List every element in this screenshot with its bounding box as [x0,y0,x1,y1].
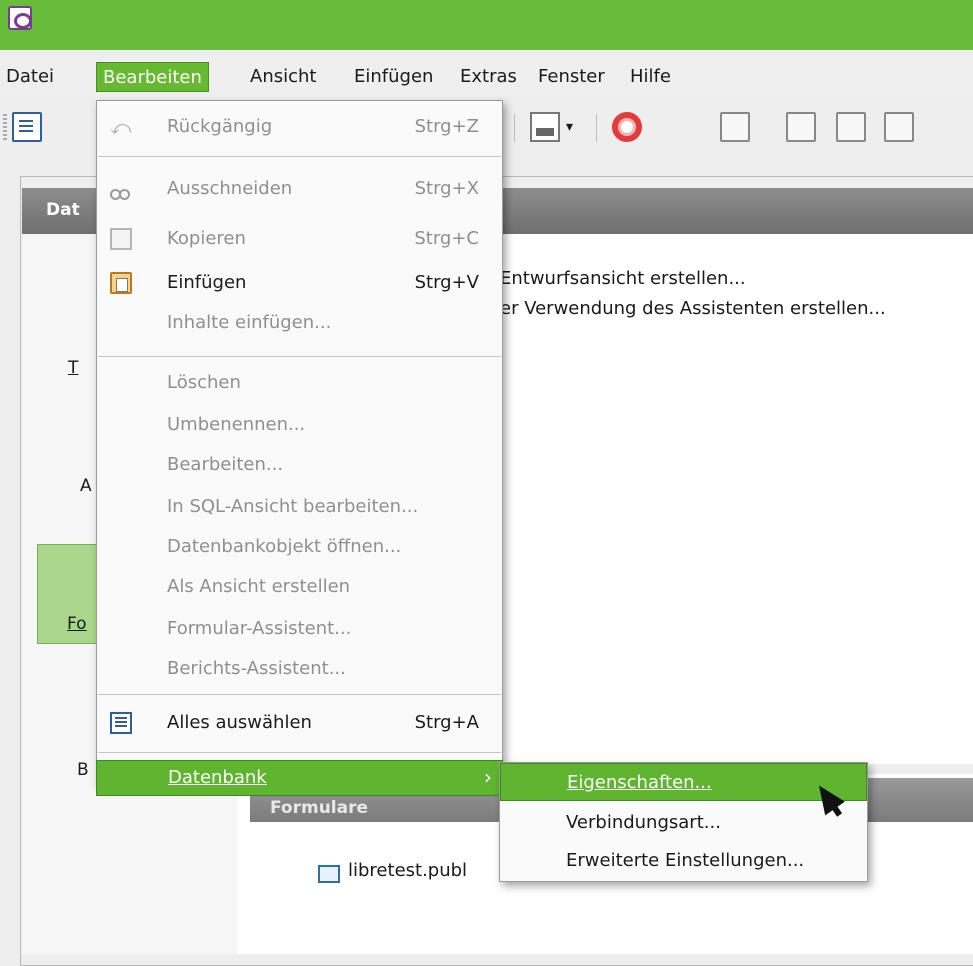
menu-item-shortcut: Strg+C [414,228,479,249]
menu-separator [98,694,501,695]
menu-item-shortcut: Strg+A [414,712,479,733]
form-document-icon [318,865,340,883]
libreoffice-base-icon [8,6,32,30]
clipboard-icon [110,272,132,294]
menu-item-cut: Ausschneiden Strg+X [96,172,503,208]
menu-item-label: Inhalte einfügen... [167,312,332,333]
open-form-icon[interactable] [720,112,750,142]
menu-item-shortcut: Strg+V [414,272,479,293]
menu-item-undo: ⤺ Rückgängig Strg+Z [96,110,503,146]
submenu-item-advanced-settings[interactable]: Erweiterte Einstellungen... [500,842,867,880]
menu-item-label: Kopieren [167,228,246,249]
menu-item-shortcut: Strg+X [414,178,479,199]
menu-item-form-wizard: Formular-Assistent... [96,612,503,648]
menu-item-paste[interactable]: Einfügen Strg+V [96,266,503,302]
select-all-icon [110,712,132,734]
menu-item-label: Alles auswählen [167,712,312,733]
sidebar-item-queries[interactable]: A [80,476,92,496]
menu-item-shortcut: Strg+Z [414,116,479,137]
sidebar-item-tables[interactable]: T [68,358,78,378]
menu-item-label: Einfügen [167,272,247,293]
database-panel-title: Dat [46,200,80,220]
menu-item-label: Berichts-Assistent... [167,658,346,679]
menu-item-label: Ausschneiden [167,178,293,199]
menu-item-select-all[interactable]: Alles auswählen Strg+A [96,706,503,742]
submenu-item-connection-type[interactable]: Verbindungsart... [500,804,867,842]
forms-section-title: Formulare [270,798,369,818]
menu-item-paste-special: Inhalte einfügen... [96,306,503,342]
menu-item-delete: Löschen [96,366,503,402]
sidebar-item-reports[interactable]: B [77,760,89,780]
toolbar-separator [514,114,515,142]
new-document-icon[interactable] [12,112,42,142]
help-lifebuoy-icon[interactable] [612,112,642,142]
menu-extras[interactable]: Extras [454,62,523,92]
toolbar-grip[interactable] [3,114,7,142]
menu-item-label: In SQL-Ansicht bearbeiten... [167,496,419,517]
menu-item-rename: Umbenennen... [96,408,503,444]
chevron-right-icon: › [484,765,492,789]
menu-separator [98,752,501,753]
submenu-item-label: Verbindungsart... [566,812,721,833]
menu-item-label: Formular-Assistent... [167,618,352,639]
text-field-icon[interactable] [884,112,914,142]
menu-item-database[interactable]: Datenbank › [96,760,503,796]
menu-ansicht[interactable]: Ansicht [244,62,322,92]
menu-einfuegen[interactable]: Einfügen [348,62,439,92]
submenu-item-label: Erweiterte Einstellungen... [566,850,805,871]
title-bar [0,0,973,50]
menu-item-label: Datenbank [168,767,267,788]
toolbar-separator [596,114,597,142]
task-wizard[interactable]: er Verwendung des Assistenten erstellen.… [500,298,886,319]
menu-item-label: Bearbeiten... [167,454,284,475]
menu-bar: Datei Bearbeiten Ansicht Einfügen Extras… [0,56,973,96]
submenu-item-label: Eigenschaften... [567,772,712,793]
form-field-icon[interactable] [836,112,866,142]
menu-item-label: Datenbankobjekt öffnen... [167,536,402,557]
scissors-icon [110,178,132,200]
menu-item-label: Als Ansicht erstellen [167,576,351,597]
menu-fenster[interactable]: Fenster [532,62,611,92]
menu-item-report-wizard: Berichts-Assistent... [96,652,503,688]
undo-icon: ⤺ [110,115,132,139]
menu-separator [98,156,501,157]
menu-bearbeiten[interactable]: Bearbeiten [96,62,209,92]
menu-item-copy: Kopieren Strg+C [96,222,503,258]
sidebar-item-forms-label: Fo [67,614,87,634]
menu-item-create-view: Als Ansicht erstellen [96,570,503,606]
menu-hilfe[interactable]: Hilfe [624,62,677,92]
menu-item-edit: Bearbeiten... [96,448,503,484]
menu-item-edit-sql: In SQL-Ansicht bearbeiten... [96,490,503,526]
edit-form-icon[interactable] [786,112,816,142]
dropdown-arrow-icon[interactable]: ▾ [566,112,596,142]
menu-item-label: Rückgängig [167,116,273,137]
menu-item-label: Umbenennen... [167,414,306,435]
form-list-item[interactable]: libretest.publ [348,860,467,881]
menu-item-label: Löschen [167,372,241,393]
copy-icon [110,228,132,250]
menu-datei[interactable]: Datei [0,62,60,92]
menu-item-open-object: Datenbankobjekt öffnen... [96,530,503,566]
menu-separator [98,356,501,357]
form-icon[interactable] [530,112,560,142]
task-design-view[interactable]: Entwurfsansicht erstellen... [500,268,746,289]
